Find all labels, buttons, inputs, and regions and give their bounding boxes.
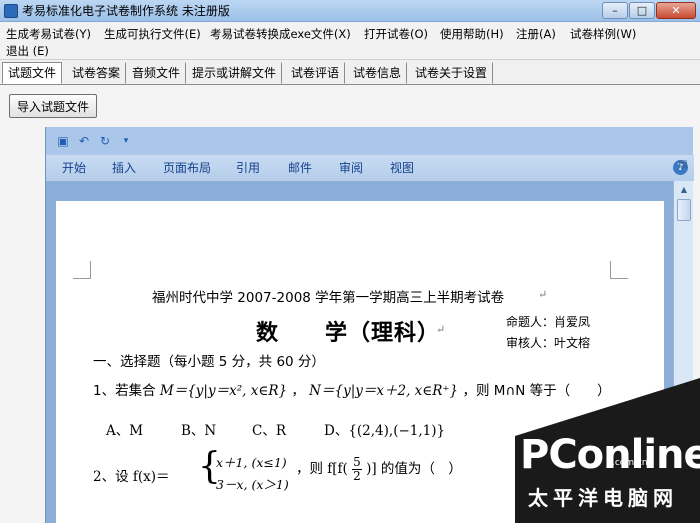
ruler-toggle-icon[interactable]: ▤ <box>676 159 690 171</box>
menu-help[interactable]: 使用帮助(H) <box>440 26 504 42</box>
ribbon-tab-page-layout[interactable]: 页面布局 <box>163 159 211 176</box>
tab-bar: 试题文件 试卷答案 音频文件 提示或讲解文件 试卷评语 试卷信息 试卷关于设置 <box>0 60 700 84</box>
save-icon[interactable]: ▣ <box>56 134 70 148</box>
scroll-up-icon[interactable]: ▲ <box>675 182 693 197</box>
tab-hints[interactable]: 提示或讲解文件 <box>186 62 283 84</box>
menu-bar: 生成考易试卷(Y) 生成可执行文件(E) 考易试卷转换成exe文件(X) 打开试… <box>0 22 700 60</box>
option-a: A、M <box>106 423 144 439</box>
margin-corner-left <box>73 261 91 279</box>
close-button[interactable]: ✕ <box>656 2 696 19</box>
q1-set-n: N＝{y|y＝x＋2, x∈R⁺} <box>309 383 459 399</box>
q1-prefix: 1、若集合 <box>93 383 156 399</box>
q2-suffix: )] 的值为（ ） <box>366 461 462 477</box>
undo-icon[interactable]: ↶ <box>77 134 91 148</box>
window-controls: – □ ✕ <box>601 2 696 19</box>
option-c: C、R <box>252 423 286 439</box>
setter-name: 命题人：肖爱凤 <box>506 315 591 329</box>
section-heading: 一、选择题（每小题 5 分，共 60 分） <box>93 354 325 370</box>
q2-case-1: x＋1, (x≤1) <box>216 455 287 470</box>
ribbon-tabs: 开始 插入 页面布局 引用 邮件 审阅 视图 ? <box>46 155 694 181</box>
ribbon-tab-insert[interactable]: 插入 <box>112 159 136 176</box>
reviewer-name: 审核人：叶文榕 <box>506 336 591 350</box>
q2-fraction: 5 2 <box>352 456 362 483</box>
app-icon <box>4 3 18 18</box>
tab-question-file[interactable]: 试题文件 <box>2 62 63 84</box>
menu-open-exam[interactable]: 打开试卷(O) <box>364 26 428 42</box>
tab-comments[interactable]: 试卷评语 <box>285 62 346 84</box>
menu-generate-exam[interactable]: 生成考易试卷(Y) <box>6 26 91 42</box>
tab-exam-info[interactable]: 试卷信息 <box>347 62 408 84</box>
exam-school-title: 福州时代中学 2007-2008 学年第一学期高三上半期考试卷 <box>152 290 505 306</box>
q1-suffix: ，则 M∩N 等于（ ） <box>462 383 611 399</box>
menu-register[interactable]: 注册(A) <box>516 26 556 42</box>
import-question-file-button[interactable]: 导入试题文件 <box>9 94 97 118</box>
option-d: D、{(2,4),(−1,1)} <box>324 423 446 439</box>
q1-set-m: M＝{y|y＝x², x∈R} <box>159 383 288 399</box>
option-b: B、N <box>181 423 217 439</box>
maximize-button[interactable]: □ <box>629 2 655 19</box>
q2-denominator: 2 <box>353 469 361 483</box>
watermark-domain: .com.cn <box>612 458 648 468</box>
menu-generate-exe[interactable]: 生成可执行文件(E) <box>104 26 201 42</box>
q2-mid: ，则 f[f( <box>296 461 348 477</box>
ribbon-tab-review[interactable]: 审阅 <box>339 159 363 176</box>
ribbon-tab-references[interactable]: 引用 <box>236 159 260 176</box>
watermark-logo: PConline <box>520 432 700 478</box>
quick-access-toolbar: ▣ ↶ ↻ ▾ <box>46 127 694 155</box>
exam-subject: 数 学（理科） <box>256 321 441 346</box>
minimize-button[interactable]: – <box>602 2 628 19</box>
q2-prefix: 2、设 f(x)＝ <box>93 469 170 485</box>
redo-icon[interactable]: ↻ <box>98 134 112 148</box>
q2-case-2: 3－x, (x＞1) <box>216 477 289 492</box>
paragraph-mark: ↵ <box>538 288 548 301</box>
menu-exit[interactable]: 退出 (E) <box>6 43 49 59</box>
q2-numerator: 5 <box>352 455 362 470</box>
tab-answers[interactable]: 试卷答案 <box>66 62 127 84</box>
customize-dropdown-icon[interactable]: ▾ <box>119 134 133 148</box>
watermark-subtitle: 太平洋电脑网 <box>528 486 678 510</box>
title-bar: 考易标准化电子试卷制作系统 未注册版 – □ ✕ <box>0 0 700 22</box>
margin-corner-right <box>610 261 628 279</box>
tab-audio[interactable]: 音频文件 <box>126 62 187 84</box>
q1-sep: ， <box>291 383 305 399</box>
paragraph-mark: ↵ <box>436 323 446 336</box>
q2-expression: ，则 f[f( 5 2 )] 的值为（ ） <box>296 456 462 483</box>
tab-about-settings[interactable]: 试卷关于设置 <box>409 62 494 84</box>
window-title: 考易标准化电子试卷制作系统 未注册版 <box>22 4 230 18</box>
menu-exam-samples[interactable]: 试卷样例(W) <box>570 26 636 42</box>
question-1: 1、若集合 M＝{y|y＝x², x∈R} ， N＝{y|y＝x＋2, x∈R⁺… <box>93 379 611 399</box>
ribbon-tab-mailings[interactable]: 邮件 <box>288 159 312 176</box>
ribbon-tab-view[interactable]: 视图 <box>390 159 414 176</box>
scroll-thumb[interactable] <box>676 199 691 221</box>
menu-convert-exe[interactable]: 考易试卷转换成exe文件(X) <box>210 26 351 42</box>
ribbon-tab-home[interactable]: 开始 <box>62 159 86 176</box>
